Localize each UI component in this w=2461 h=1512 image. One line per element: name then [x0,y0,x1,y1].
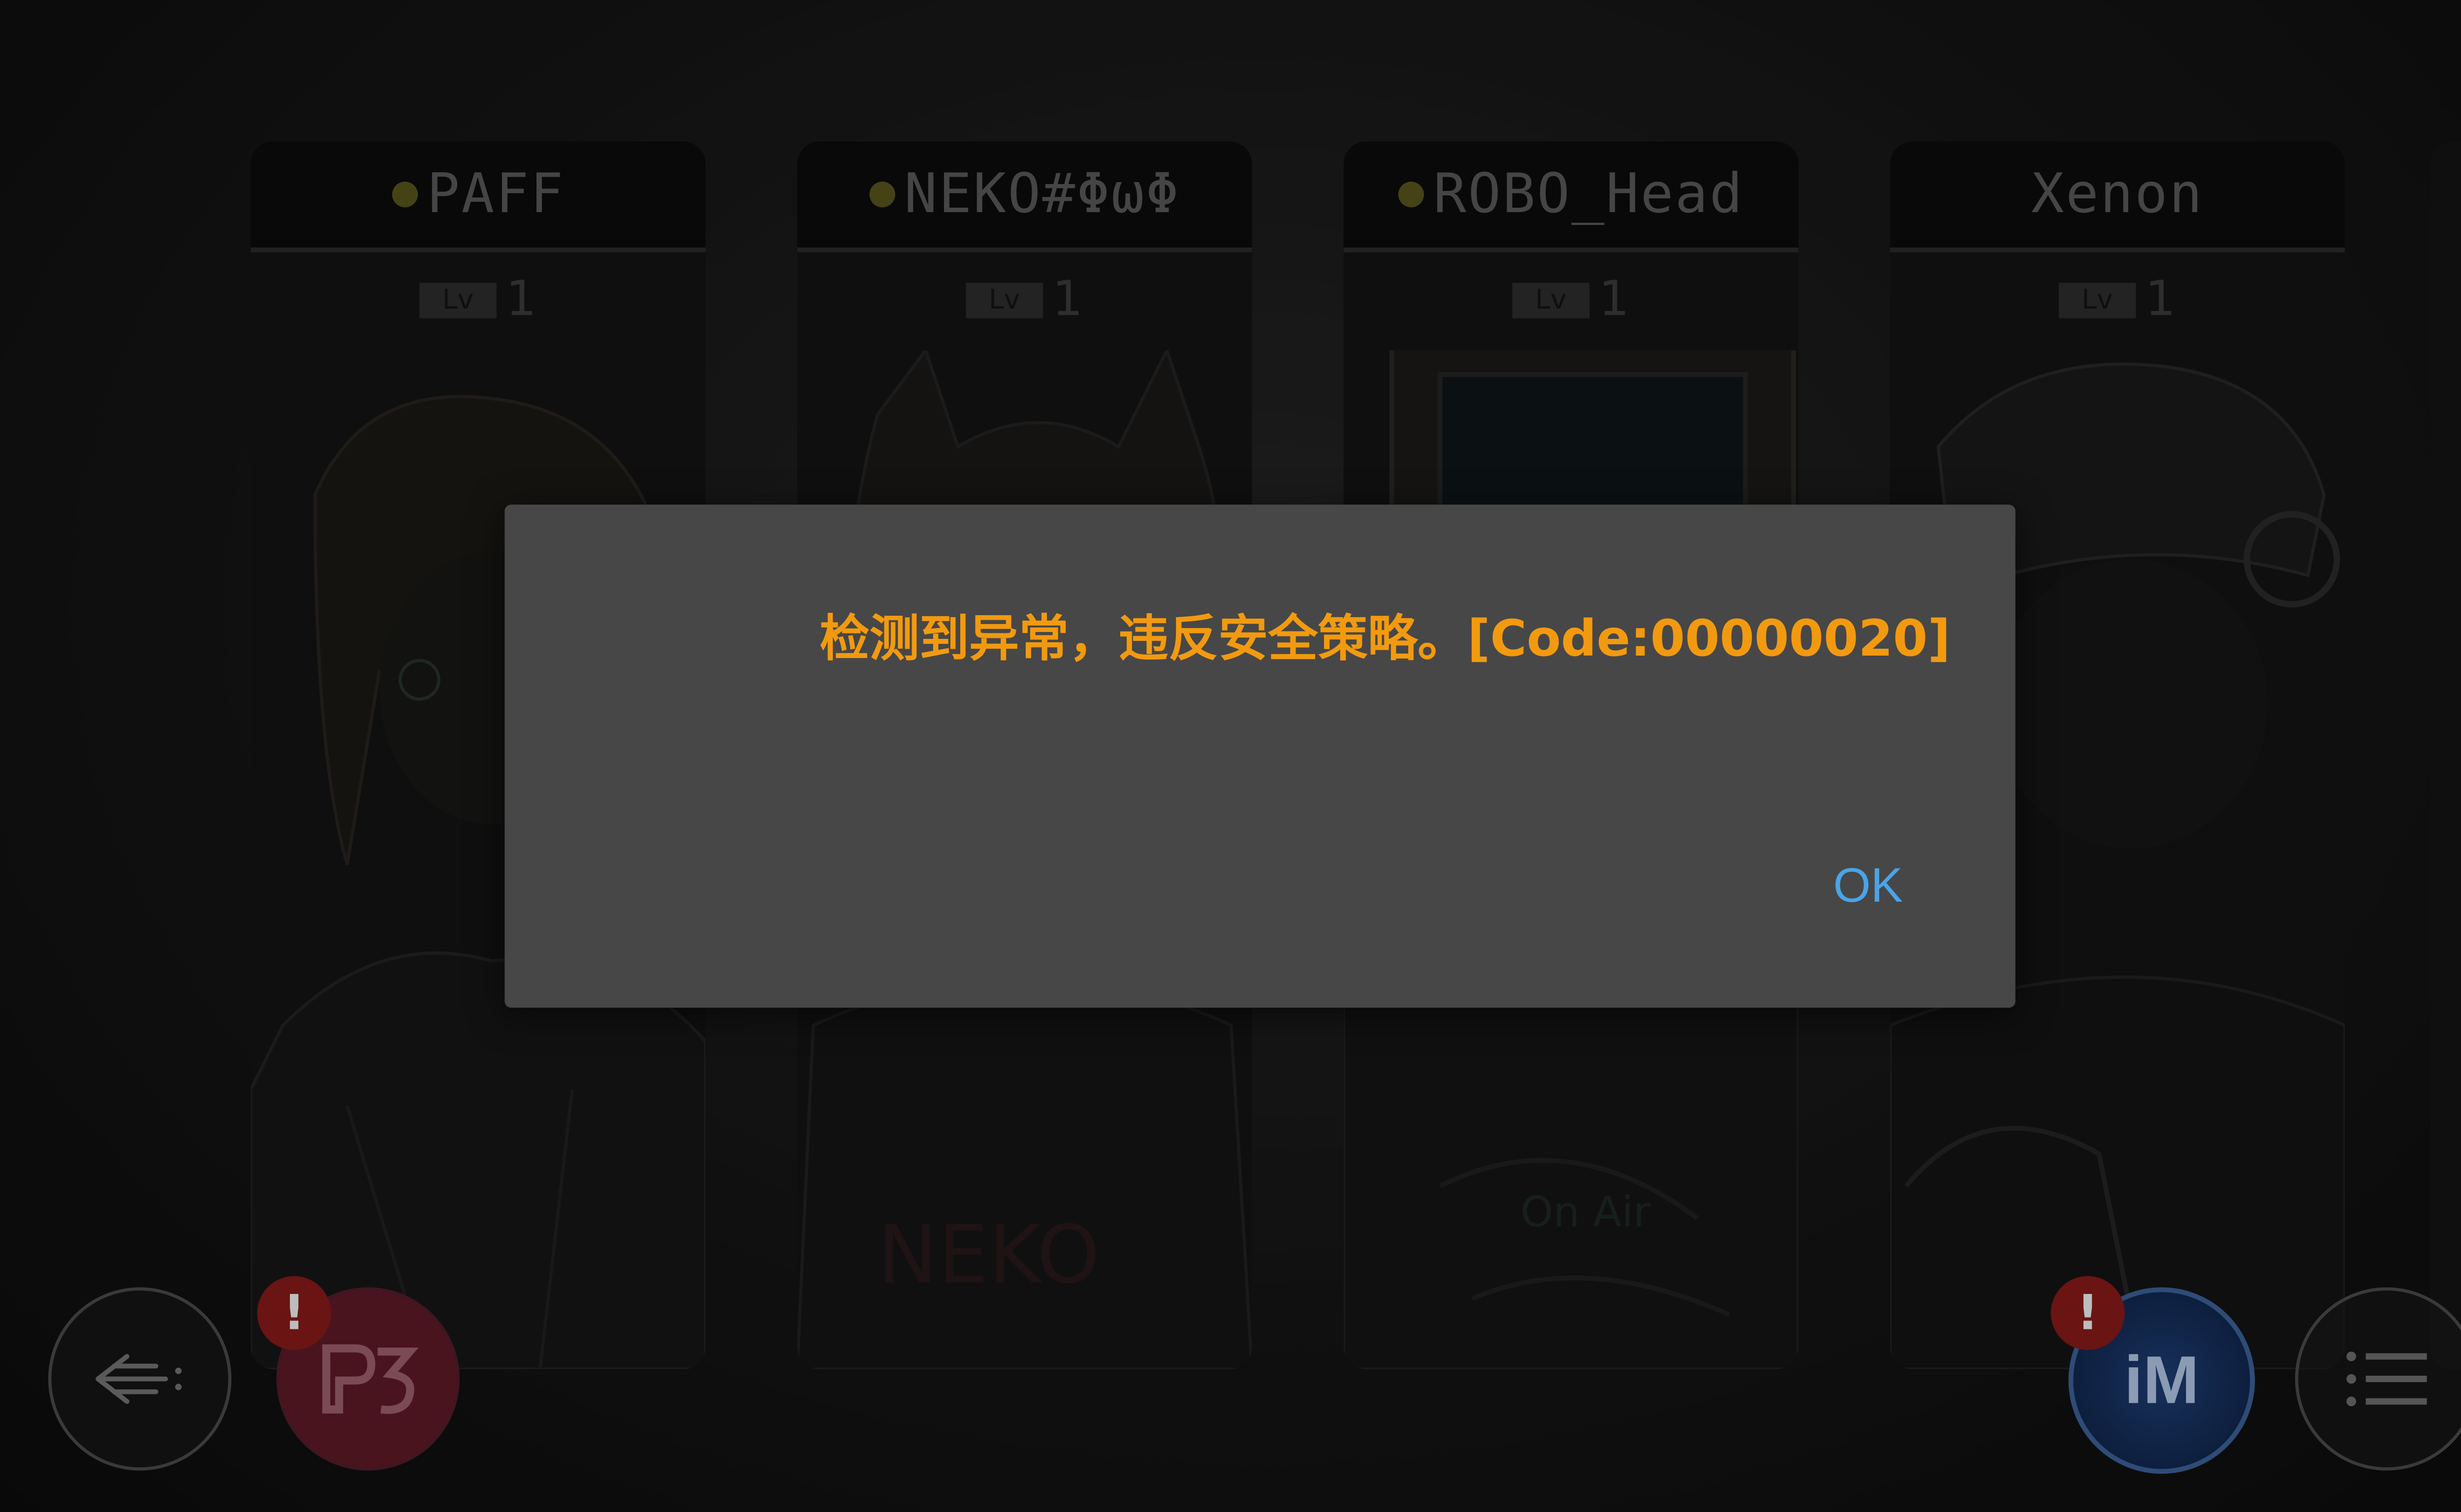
alert-mark: ! [283,1285,305,1341]
error-dialog: 检测到异常，违反安全策略。[Code:00000020] OK [505,504,2016,1008]
p3-logo-icon [322,1344,419,1414]
back-button[interactable] [48,1287,232,1471]
menu-list-icon [2346,1352,2427,1407]
im-label: iM [2124,1342,2200,1418]
ok-button[interactable]: OK [1833,860,1903,914]
game-screen: PAFF Lv 1 NEKO#ΦωΦ Lv 1 NEKO ROBO_Head L… [0,0,2461,1512]
error-message: 检测到异常，违反安全策略。[Code:00000020] [820,610,1951,669]
alert-mark: ! [2077,1285,2099,1341]
back-arrow-icon [95,1354,182,1404]
im-alert-badge: ! [2051,1276,2125,1350]
p3-alert-badge: ! [257,1276,331,1350]
